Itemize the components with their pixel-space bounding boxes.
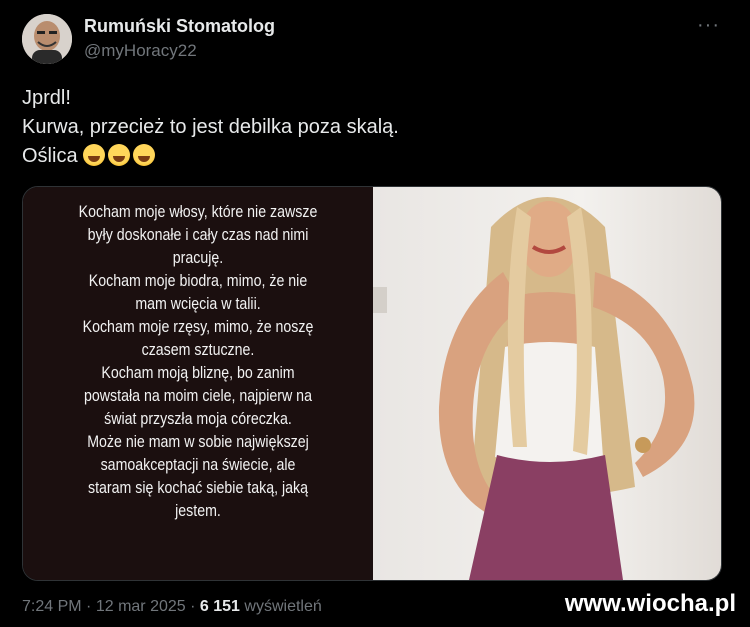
author-handle[interactable]: @myHoracy22 [84, 41, 275, 61]
story-line: jestem. [175, 502, 221, 520]
story-line: Kocham moją bliznę, bo zanim [101, 364, 295, 382]
tweet-meta: 7:24 PM · 12 mar 2025 · 6 151 wyświetleń [22, 598, 322, 616]
avatar[interactable] [22, 14, 72, 64]
story-line: Kocham moje biodra, mimo, że nie [88, 272, 308, 290]
story-line: powstała na moim ciele, najpierw na [84, 387, 312, 405]
story-line: Kocham moje włosy, które nie zawsze [78, 203, 318, 221]
tweet-text: Jprdl! Kurwa, przecież to jest debilka p… [22, 84, 722, 171]
story-line: mam wcięcia w talii. [135, 295, 261, 313]
tweet-line: Oślica [22, 145, 78, 167]
tweet-author: Rumuński Stomatolog @myHoracy22 [84, 16, 275, 61]
woman-photo [373, 187, 721, 580]
tweet-time[interactable]: 7:24 PM [22, 598, 82, 615]
story-line: pracuję. [172, 249, 224, 267]
meta-separator: · [86, 598, 92, 615]
avatar-image [22, 14, 72, 64]
site-watermark: www.wiocha.pl [564, 590, 736, 617]
more-horizontal-icon[interactable]: ··· [697, 15, 720, 35]
tweet-line-with-emoji: Oślica [22, 142, 722, 171]
meta-separator: · [190, 598, 196, 615]
tweet-line: Kurwa, przecież to jest debilka poza ska… [22, 116, 399, 138]
story-line: Kocham moje rzęsy, mimo, że noszę [82, 318, 314, 336]
views-label: wyświetleń [244, 598, 322, 615]
views-count: 6 151 [199, 598, 240, 615]
author-name[interactable]: Rumuński Stomatolog [84, 16, 275, 37]
story-line: czasem sztuczne. [141, 341, 255, 359]
tweet-media[interactable]: Kocham moje włosy, które nie zawsze były… [22, 186, 722, 581]
story-line: samoakceptacji na świecie, ale [100, 456, 296, 474]
tweet-date[interactable]: 12 mar 2025 [96, 598, 186, 615]
laughing-emoji-icon [133, 144, 156, 166]
story-text-image: Kocham moje włosy, które nie zawsze były… [23, 187, 373, 580]
story-line: staram się kochać siebie taką, jaką [87, 479, 309, 497]
story-line: Może nie mam w sobie największej [87, 433, 309, 451]
story-text: Kocham moje włosy, które nie zawsze były… [48, 201, 349, 523]
woman-photo-illustration [373, 197, 695, 580]
laughing-emoji-icon [83, 144, 106, 166]
story-line: były doskonałe i cały czas nad nimi [87, 226, 309, 244]
laughing-emoji-icon [108, 144, 131, 166]
story-line: świat przyszła moja córeczka. [104, 410, 292, 428]
tweet-line: Jprdl! [22, 87, 71, 109]
